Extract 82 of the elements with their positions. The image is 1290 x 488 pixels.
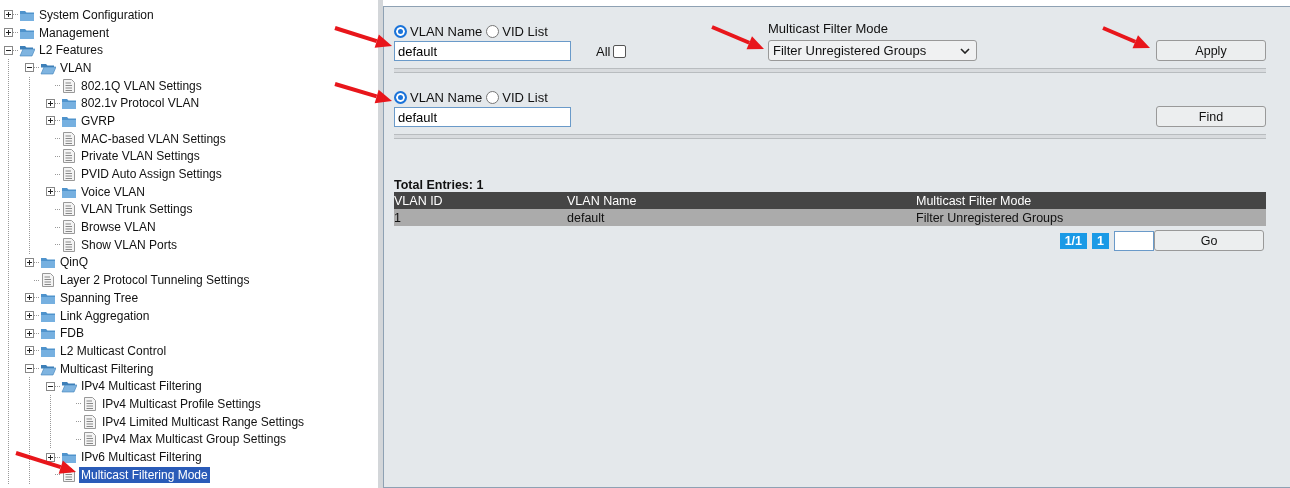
expand-icon[interactable]: [46, 187, 55, 197]
radio-option[interactable]: VLAN Name: [394, 90, 483, 105]
folder-icon: [61, 450, 77, 465]
tree-item[interactable]: Browse VLAN: [79, 219, 158, 236]
table-cell: default: [567, 209, 916, 226]
expand-icon[interactable]: [46, 98, 55, 108]
expand-icon[interactable]: [25, 311, 34, 321]
collapse-icon[interactable]: [4, 45, 13, 55]
expand-icon[interactable]: [25, 293, 34, 303]
tree-item[interactable]: Layer 2 Protocol Tunneling Settings: [58, 272, 252, 289]
go-button[interactable]: Go: [1154, 230, 1264, 251]
tree-item[interactable]: Management: [37, 24, 112, 41]
tree-item[interactable]: MAC-based VLAN Settings: [79, 130, 228, 147]
tree-item[interactable]: 802.1v Protocol VLAN: [79, 95, 202, 112]
expand-icon[interactable]: [25, 346, 34, 356]
apply-button[interactable]: Apply: [1156, 40, 1266, 61]
radio-option[interactable]: VID List: [486, 90, 548, 105]
folder-icon: [40, 255, 56, 270]
mode-dropdown[interactable]: Filter Unregistered Groups: [768, 40, 977, 61]
tree-item[interactable]: L2 Multicast Control: [58, 342, 169, 359]
column-header: VLAN ID: [394, 192, 567, 209]
radio-option[interactable]: VLAN Name: [394, 24, 483, 39]
tree-item[interactable]: VLAN: [58, 59, 94, 76]
page-field[interactable]: [1114, 230, 1154, 251]
page-icon: [63, 202, 75, 217]
all-checkbox[interactable]: All: [596, 43, 627, 59]
chevron-down-icon: [960, 47, 970, 54]
collapse-icon[interactable]: [25, 364, 34, 374]
expand-icon[interactable]: [46, 116, 55, 126]
tree-item[interactable]: Multicast Filtering: [58, 360, 156, 377]
tree-item[interactable]: 802.1Q VLAN Settings: [79, 77, 204, 94]
tree-item[interactable]: Voice VLAN: [79, 183, 148, 200]
vlan-name-field[interactable]: default: [394, 107, 571, 127]
table-cell: 1: [394, 209, 567, 226]
tree-item[interactable]: Show VLAN Ports: [79, 236, 180, 253]
open-folder-icon: [19, 43, 35, 58]
open-folder-icon: [61, 379, 77, 394]
find-button[interactable]: Find: [1156, 106, 1266, 127]
radio-option[interactable]: VID List: [486, 24, 548, 39]
tree-item[interactable]: IPv4 Multicast Profile Settings: [100, 395, 263, 412]
tree-item[interactable]: Spanning Tree: [58, 289, 141, 306]
tree-item[interactable]: QinQ: [58, 254, 90, 271]
tree-item[interactable]: Multicast Filtering Mode: [79, 466, 210, 483]
folder-icon: [40, 326, 56, 341]
tree-item[interactable]: PVID Auto Assign Settings: [79, 166, 224, 183]
page-info: 1/1: [1059, 232, 1088, 249]
tree-item[interactable]: IPv6 Multicast Filtering: [79, 449, 204, 466]
table-cell: Filter Unregistered Groups: [916, 209, 1266, 226]
page-icon: [63, 131, 75, 146]
folder-icon: [61, 96, 77, 111]
page-icon: [84, 414, 96, 429]
collapse-icon[interactable]: [25, 63, 34, 73]
page-icon: [63, 78, 75, 93]
tree-item[interactable]: GVRP: [79, 112, 117, 129]
column-header: VLAN Name: [567, 192, 916, 209]
page-icon: [84, 432, 96, 447]
tree-item[interactable]: System Configuration: [37, 6, 156, 23]
total-entries: Total Entries: 1: [394, 178, 485, 192]
tree-item[interactable]: IPv4 Multicast Filtering: [79, 378, 204, 395]
tree-item[interactable]: IPv4 Max Multicast Group Settings: [100, 431, 289, 448]
field-label: Multicast Filter Mode: [768, 21, 889, 36]
page-icon: [63, 237, 75, 252]
tree-item[interactable]: FDB: [58, 325, 86, 342]
expand-icon[interactable]: [4, 28, 13, 38]
page-icon: [63, 149, 75, 164]
tree-item[interactable]: IPv4 Limited Multicast Range Settings: [100, 413, 307, 430]
vlan-name-field[interactable]: default: [394, 41, 571, 61]
page-icon: [84, 396, 96, 411]
collapse-icon[interactable]: [46, 381, 55, 391]
expand-icon[interactable]: [46, 452, 55, 462]
tree-item[interactable]: Link Aggregation: [58, 307, 152, 324]
page-icon: [63, 167, 75, 182]
expand-icon[interactable]: [4, 10, 13, 20]
tree-item[interactable]: L2 Features: [37, 42, 106, 59]
pane-splitter[interactable]: [378, 0, 383, 488]
expand-icon[interactable]: [25, 257, 34, 267]
tree-item[interactable]: Private VLAN Settings: [79, 148, 202, 165]
page-icon: [42, 273, 54, 288]
page-icon: [63, 220, 75, 235]
expand-icon[interactable]: [25, 328, 34, 338]
column-header: Multicast Filter Mode: [916, 192, 1266, 209]
tree-item[interactable]: VLAN Trunk Settings: [79, 201, 195, 218]
